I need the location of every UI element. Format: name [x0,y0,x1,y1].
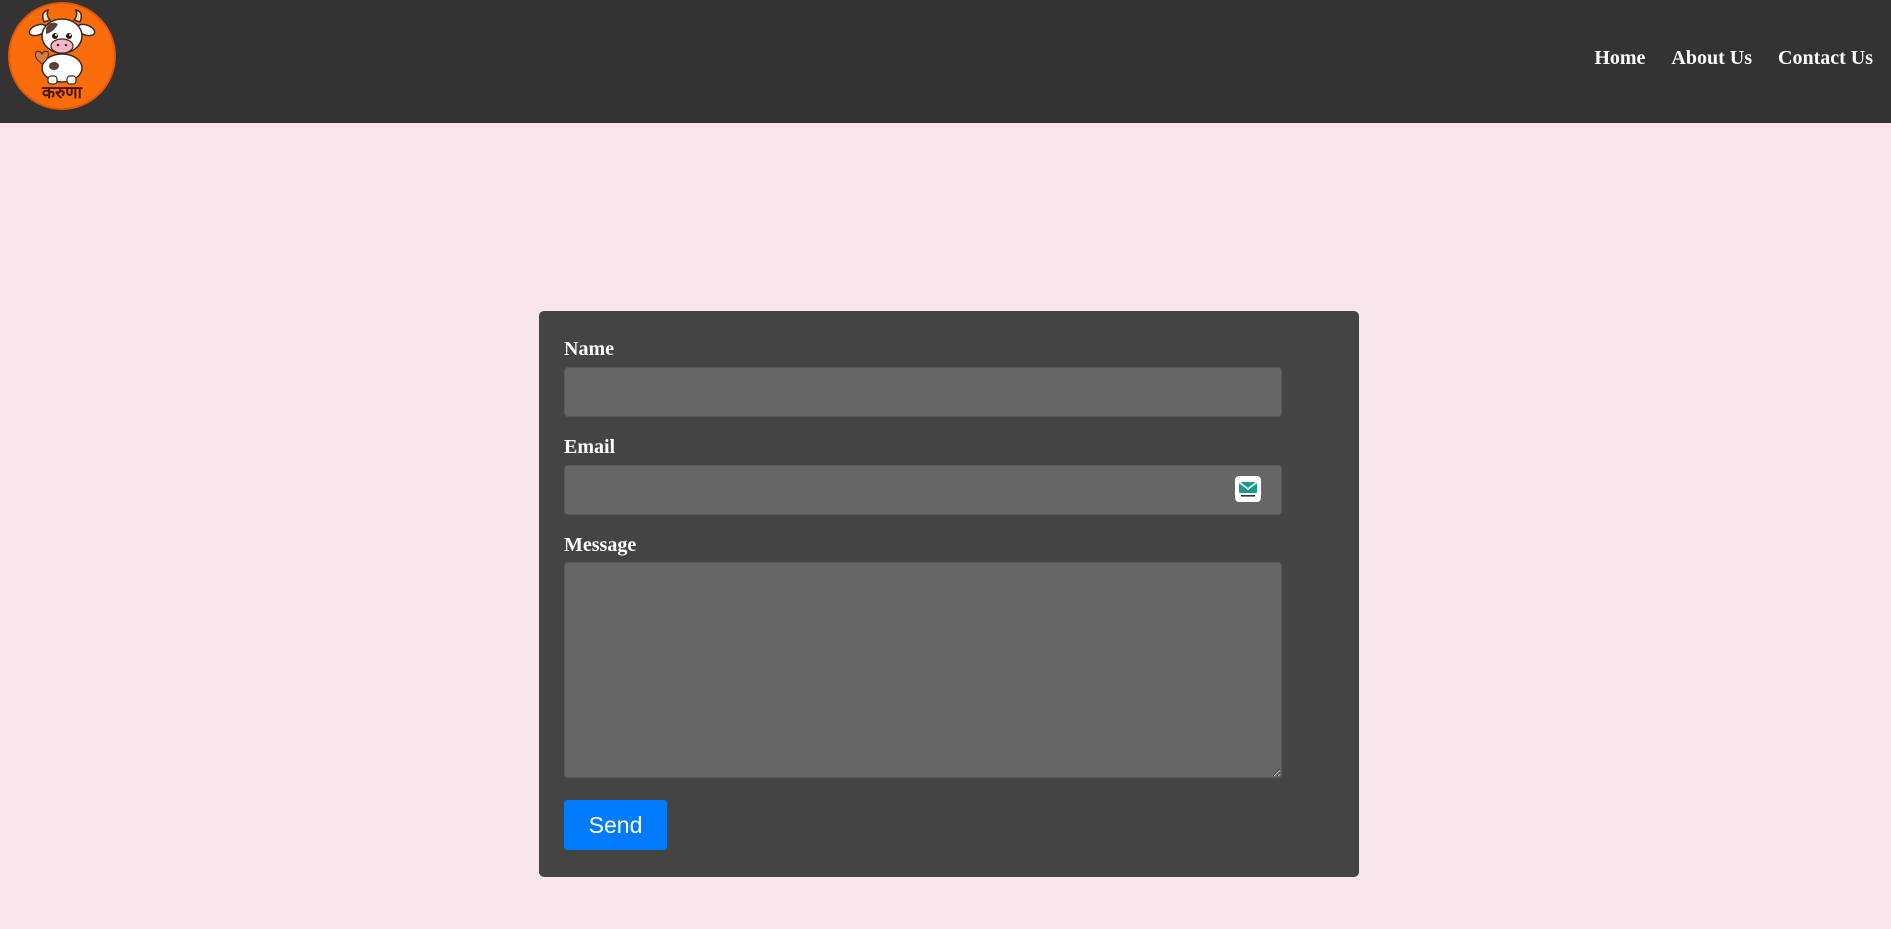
name-label: Name [564,338,614,360]
main-nav: Home About Us Contact Us [1594,46,1873,70]
email-label: Email [564,436,616,458]
send-button[interactable]: Send [564,800,667,850]
nav-contact-us-link[interactable]: Contact Us [1778,46,1873,70]
top-navigation-bar: करुणा Home About Us Contact Us [0,0,1891,123]
nav-home-link[interactable]: Home [1594,46,1645,70]
envelope-icon [1238,481,1258,497]
brand-logo[interactable]: करुणा [8,2,116,110]
brand-name: करुणा [42,83,82,103]
nav-about-us-link[interactable]: About Us [1671,46,1752,70]
temp-mail-icon[interactable] [1235,476,1261,502]
message-textarea[interactable] [564,562,1282,778]
name-input[interactable] [564,367,1282,417]
message-label: Message [564,534,637,556]
contact-form: Name Email Message Send [539,311,1359,877]
email-input[interactable] [564,465,1282,515]
